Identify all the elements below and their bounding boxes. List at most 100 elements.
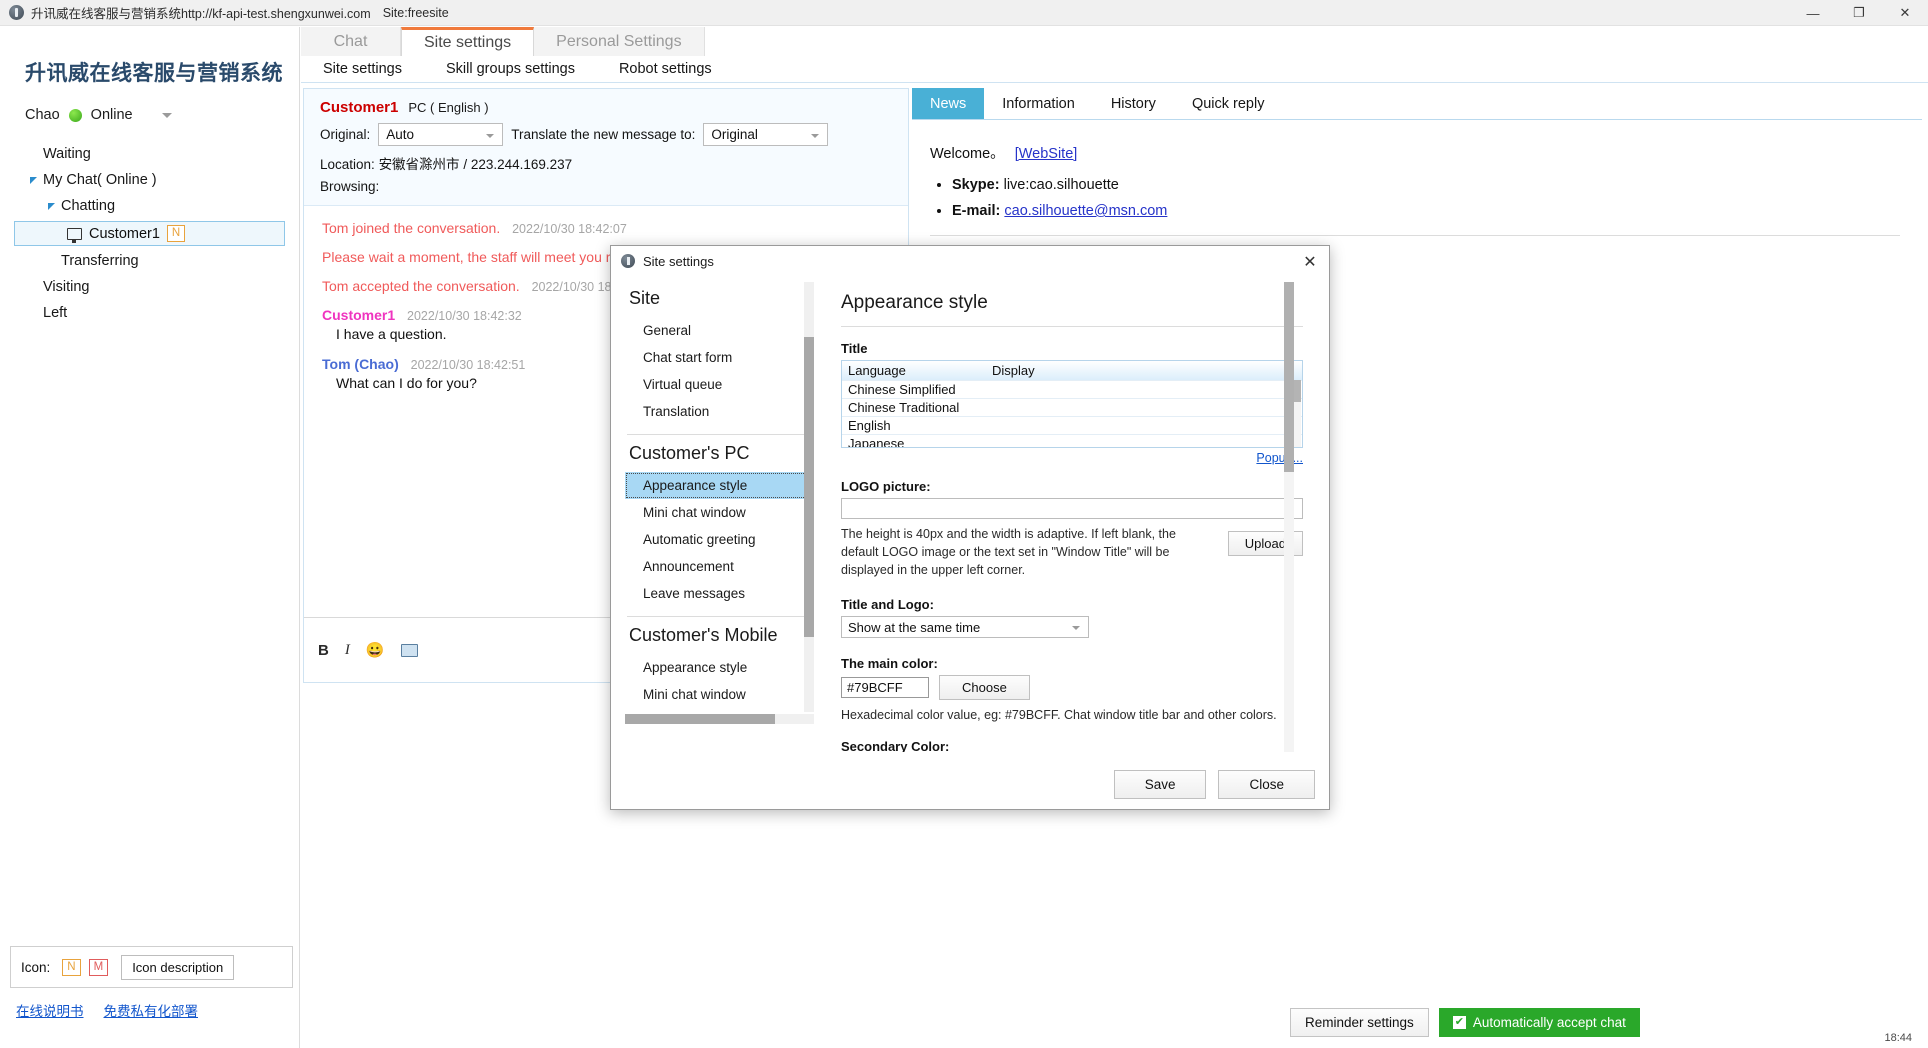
tree-item-label: Chatting [61,198,116,214]
website-link[interactable]: [WebSite] [1015,146,1078,162]
close-button[interactable]: Close [1218,770,1315,799]
expand-triangle-icon[interactable] [30,176,37,184]
app-icon [9,5,24,20]
tab-site-settings[interactable]: Site settings [401,27,535,56]
close-icon[interactable]: ✕ [1882,0,1928,26]
account-status-label: Online [90,107,133,123]
contact-email-link[interactable]: cao.silhouette@msn.com [1004,203,1167,219]
tree-item-transferring[interactable]: Transferring [0,248,299,274]
italic-icon[interactable]: I [345,642,350,659]
original-language-select[interactable]: Auto [378,123,504,146]
dialog-title: Site settings [643,253,714,269]
dialog-nav-horizontal-scrollbar[interactable] [625,714,814,724]
main-color-choose-button[interactable]: Choose [939,675,1030,701]
nav-item-translation[interactable]: Translation [625,398,813,425]
private-deploy-link[interactable]: 免费私有化部署 [104,1000,199,1020]
scrollbar-thumb[interactable] [804,337,814,637]
news-content: Welcome。 [WebSite] Skype: live:cao.silho… [912,120,1922,236]
popup-link[interactable]: Popup... [1256,451,1303,465]
nav-item-pc-appearance-style[interactable]: Appearance style [625,472,813,499]
message-timestamp: 2022/10/30 18:42:51 [410,358,526,372]
translate-language-select[interactable]: Original [703,123,829,146]
content-heading: Appearance style [841,292,988,313]
chevron-down-icon[interactable] [161,112,172,118]
tree-item-my-chat[interactable]: My Chat( Online ) [0,167,299,193]
chevron-down-icon [811,134,820,138]
customer-header: Customer1 PC ( English ) Original: Auto … [304,89,908,206]
account-status-row[interactable]: Chao Online [25,107,299,123]
logo-picture-input[interactable] [841,498,1303,519]
contact-list: Skype: live:cao.silhouette E-mail: cao.s… [952,177,1922,219]
dialog-close-icon[interactable]: ✕ [1299,251,1321,273]
message-timestamp: 2022/10/30 18:42:32 [407,309,522,323]
dialog-content-scrollbar[interactable] [1284,282,1294,752]
table-row[interactable]: Chinese Simplified [842,380,1302,398]
manual-link[interactable]: 在线说明书 [16,1000,84,1020]
nav-section-customers-pc: Customer's PC [629,443,750,463]
nav-item-pc-mini-chat-window[interactable]: Mini chat window [625,499,813,526]
window-site-label: Site:freesite [382,5,449,20]
minimize-icon[interactable]: — [1790,0,1836,26]
window-titlebar: 升讯威在线客服与营销系统http://kf-api-test.shengxunw… [0,0,1928,26]
table-row[interactable]: Japanese [842,434,1302,447]
nav-item-mobile-appearance-style[interactable]: Appearance style [625,654,813,681]
divider [841,326,1303,327]
secondary-color-label: Secondary Color: [841,738,950,753]
dialog-nav-vertical-scrollbar[interactable] [804,282,814,712]
title-and-logo-select[interactable]: Show at the same time [841,616,1089,639]
nav-item-mobile-automatic-greeting[interactable]: Automatic greeting [625,708,813,712]
nav-item-mobile-mini-chat-window[interactable]: Mini chat window [625,681,813,708]
save-button[interactable]: Save [1113,770,1207,799]
bold-icon[interactable]: B [318,642,329,659]
image-icon[interactable] [400,643,418,657]
status-badge-new: N [166,225,186,242]
tab-news[interactable]: News [912,88,985,119]
subtab-skill-groups-settings[interactable]: Skill groups settings [424,56,597,82]
nav-item-pc-announcement[interactable]: Announcement [625,553,813,580]
table-header-row: Language Display [842,361,1302,380]
reminder-settings-button[interactable]: Reminder settings [1290,1008,1429,1037]
language-title-table[interactable]: Language Display Chinese Simplified Chin… [841,360,1303,448]
subtab-robot-settings[interactable]: Robot settings [597,56,734,82]
message-sender: Tom (Chao) [322,356,399,372]
legend-badge-n: N [62,958,81,976]
tree-item-waiting[interactable]: Waiting [0,141,299,167]
sub-tabs: Site settings Skill groups settings Robo… [301,56,1928,83]
emoji-icon[interactable]: 😀 [366,641,385,659]
tab-personal-settings[interactable]: Personal Settings [534,27,705,56]
auto-accept-chat-toggle[interactable]: ✔ Automatically accept chat [1438,1008,1640,1037]
chat-list-item-customer1[interactable]: Customer1 N [14,221,285,246]
tree-item-chatting[interactable]: Chatting [0,193,299,219]
popup-link-row: Popup... [833,451,1303,465]
translate-language-value: Original [711,127,758,142]
icon-description-button[interactable]: Icon description [121,954,235,980]
scrollbar-thumb[interactable] [625,714,775,724]
table-row[interactable]: Chinese Traditional [842,398,1302,416]
scrollbar-thumb[interactable] [1284,282,1294,472]
system-message: Tom joined the conversation. 2022/10/30 … [322,220,908,236]
checkmark-icon: ✔ [1452,1016,1466,1029]
tab-information[interactable]: Information [984,88,1093,119]
nav-item-pc-automatic-greeting[interactable]: Automatic greeting [625,526,813,553]
nav-item-general[interactable]: General [625,317,813,344]
sidebar: 升讯威在线客服与营销系统 Chao Online Waiting My Chat… [0,27,300,1048]
tree-item-label: Left [43,305,68,321]
expand-triangle-icon[interactable] [48,202,55,210]
logo-help-row: The height is 40px and the width is adap… [841,519,1303,579]
maximize-icon[interactable]: ❐ [1836,0,1882,26]
main-color-input[interactable]: #79BCFF [841,677,929,699]
nav-item-pc-leave-messages[interactable]: Leave messages [625,580,813,607]
tab-history[interactable]: History [1093,88,1174,119]
customer-identity-row: Customer1 PC ( English ) [320,99,908,116]
icon-legend: Icon: N M Icon description [10,946,293,988]
tab-quick-reply[interactable]: Quick reply [1174,88,1283,119]
tree-item-left[interactable]: Left [0,300,299,326]
tree-item-visiting[interactable]: Visiting [0,274,299,300]
location-row: Location: 安徽省滁州市 / 223.244.169.237 [320,153,908,173]
conversation-tree: Waiting My Chat( Online ) Chatting Custo… [0,141,299,326]
tab-chat[interactable]: Chat [301,27,401,56]
table-row[interactable]: English [842,416,1302,434]
nav-item-virtual-queue[interactable]: Virtual queue [625,371,813,398]
nav-item-chat-start-form[interactable]: Chat start form [625,344,813,371]
subtab-site-settings[interactable]: Site settings [301,56,424,82]
